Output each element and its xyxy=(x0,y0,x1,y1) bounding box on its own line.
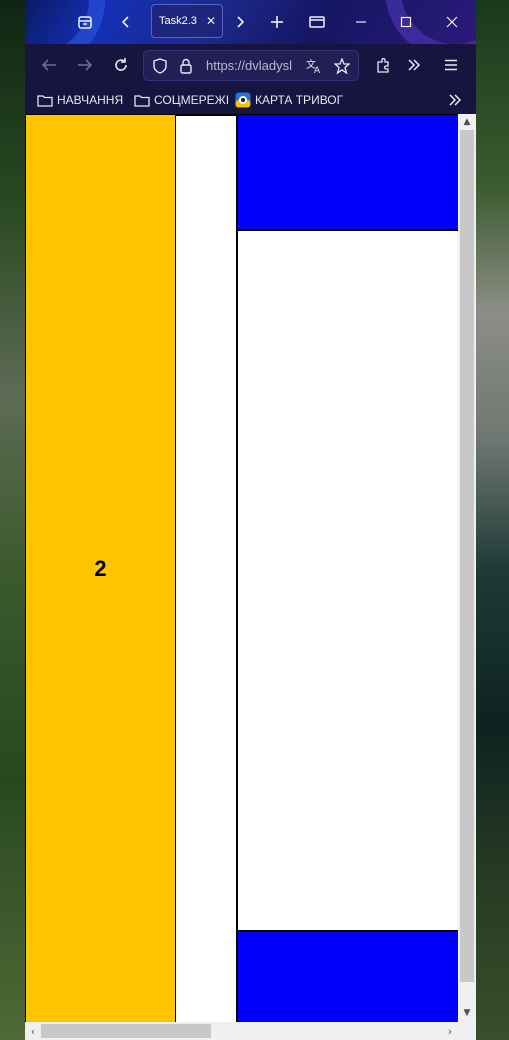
more-bookmarks-icon[interactable] xyxy=(439,84,471,116)
list-all-tabs-icon[interactable] xyxy=(301,6,333,38)
horizontal-scrollbar[interactable]: ‹ › xyxy=(25,1022,476,1040)
firefox-view-icon[interactable] xyxy=(69,6,101,38)
vertical-scroll-thumb[interactable] xyxy=(460,130,474,982)
bookmark-navchannia[interactable]: НАВЧАННЯ xyxy=(37,91,123,109)
url-text[interactable]: https://dvladysl xyxy=(206,58,298,76)
shield-icon[interactable] xyxy=(150,56,170,76)
bookmark-label: НАВЧАННЯ xyxy=(57,93,124,107)
tabs-scroll-left-icon[interactable] xyxy=(110,6,142,38)
right-column xyxy=(236,115,458,1023)
blue-header-block xyxy=(238,115,458,231)
alert-map-icon xyxy=(235,92,251,108)
translate-icon[interactable]: 文A xyxy=(304,56,324,76)
menu-icon[interactable] xyxy=(435,49,467,81)
wallpaper-right-strip xyxy=(476,0,509,1040)
browser-window: Task2.3 ✕ https://dvladysl 文 A НАВЧАННЯ … xyxy=(25,0,476,1040)
new-tab-icon[interactable] xyxy=(261,6,293,38)
block-number: 2 xyxy=(94,556,107,581)
maximize-icon[interactable] xyxy=(390,6,422,38)
tabs-scroll-right-icon[interactable] xyxy=(224,6,256,38)
horizontal-scroll-thumb[interactable] xyxy=(41,1024,211,1038)
svg-text:A: A xyxy=(314,66,321,74)
blue-footer-block xyxy=(238,930,458,1023)
bookmark-star-icon[interactable] xyxy=(332,56,352,76)
scroll-down-icon[interactable]: ▼ xyxy=(458,1006,476,1020)
navigation-toolbar: https://dvladysl 文A xyxy=(25,44,476,86)
folder-icon xyxy=(37,94,53,107)
bookmarks-toolbar: НАВЧАННЯ СОЦМЕРЕЖІ КАРТА ТРИВОГ xyxy=(25,86,476,114)
close-window-icon[interactable] xyxy=(436,6,468,38)
page-viewport: 2 ▲ ▼ ‹ › xyxy=(25,114,476,1040)
tab-close-icon[interactable]: ✕ xyxy=(206,14,216,28)
vertical-scrollbar[interactable]: ▲ ▼ xyxy=(458,114,476,1022)
more-tools-icon[interactable] xyxy=(398,49,430,81)
minimize-icon[interactable] xyxy=(345,6,377,38)
lock-icon[interactable] xyxy=(176,56,196,76)
tab-task[interactable]: Task2.3 ✕ xyxy=(151,4,223,38)
folder-icon xyxy=(134,94,150,107)
bookmark-karta-tryvog[interactable]: КАРТА ТРИВОГ xyxy=(235,91,343,109)
title-bar: Task2.3 ✕ xyxy=(25,0,476,44)
scroll-left-icon[interactable]: ‹ xyxy=(26,1024,40,1038)
extensions-icon[interactable] xyxy=(367,49,399,81)
bookmark-sotsmerezhi[interactable]: СОЦМЕРЕЖІ xyxy=(134,91,229,109)
tab-title: Task2.3 xyxy=(159,15,197,27)
yellow-block: 2 xyxy=(25,115,176,1023)
back-icon[interactable] xyxy=(33,49,65,81)
scroll-right-icon[interactable]: › xyxy=(443,1024,457,1038)
wallpaper-left-strip xyxy=(0,0,26,1040)
bookmark-label: СОЦМЕРЕЖІ xyxy=(154,93,230,107)
forward-icon[interactable] xyxy=(69,49,101,81)
reload-icon[interactable] xyxy=(105,49,137,81)
address-bar[interactable]: https://dvladysl 文A xyxy=(143,50,359,81)
scroll-up-icon[interactable]: ▲ xyxy=(458,115,476,129)
bookmark-label: КАРТА ТРИВОГ xyxy=(255,93,344,107)
